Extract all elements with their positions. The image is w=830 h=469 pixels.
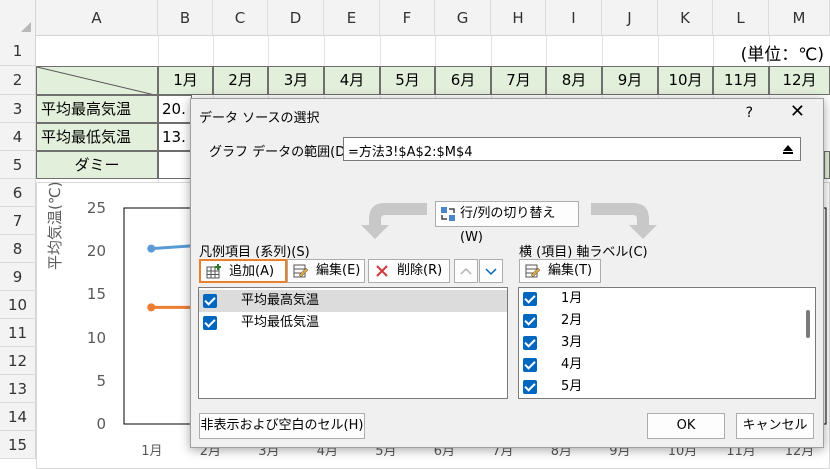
- chevron-down-icon: [485, 268, 497, 276]
- edit-series-label: 編集(E): [316, 263, 361, 278]
- cancel-button[interactable]: キャンセル: [736, 413, 814, 439]
- help-icon[interactable]: ?: [746, 105, 753, 121]
- edit-table-icon: [525, 263, 541, 279]
- axis-label-checkbox[interactable]: [523, 314, 537, 328]
- series-listbox[interactable]: 平均最高気温 平均最低気温: [198, 287, 508, 399]
- move-down-button[interactable]: [479, 259, 503, 283]
- axis-label-checkbox[interactable]: [523, 336, 537, 350]
- axis-label-item[interactable]: 1月: [519, 288, 815, 310]
- series-point-1: [147, 244, 156, 253]
- axis-label-item[interactable]: 2月: [519, 310, 815, 332]
- curved-arrow-left-icon: [361, 203, 427, 239]
- axis-label-item[interactable]: 3月: [519, 332, 815, 354]
- series-item[interactable]: 平均最低気温: [199, 312, 507, 334]
- edit-series-button[interactable]: 編集(E): [287, 259, 365, 283]
- axis-label-text: 4月: [561, 357, 583, 372]
- axis-label-text: 2月: [561, 313, 583, 328]
- axis-label-checkbox[interactable]: [523, 292, 537, 306]
- chart-range-input[interactable]: =方法3!$A$2:$M$4: [343, 137, 801, 161]
- axis-labels-label: 横 (項目) 軸ラベル(C): [519, 245, 648, 260]
- chart-range-value: =方法3!$A$2:$M$4: [348, 145, 473, 160]
- edit-table-icon: [293, 263, 309, 279]
- dialog-title: データ ソースの選択: [199, 111, 320, 126]
- edit-axis-labels-label: 編集(T): [548, 263, 593, 278]
- legend-entries-label: 凡例項目 (系列)(S): [199, 245, 310, 260]
- collapse-dialog-icon[interactable]: [780, 141, 796, 157]
- axis-label-text: 3月: [561, 335, 583, 350]
- delete-series-button[interactable]: 削除(R): [368, 259, 450, 283]
- add-series-label: 追加(A): [229, 264, 275, 279]
- ok-button[interactable]: OK: [647, 413, 725, 439]
- scroll-thumb[interactable]: [806, 310, 810, 338]
- series-item[interactable]: 平均最高気温: [199, 290, 507, 312]
- add-series-button[interactable]: 追加(A): [199, 259, 287, 283]
- series-point-2: [147, 303, 156, 312]
- delete-series-label: 削除(R): [397, 263, 443, 278]
- axis-labels-listbox[interactable]: 1月 2月 3月 4月 5月: [518, 287, 816, 399]
- axis-label-item[interactable]: 5月: [519, 376, 815, 398]
- switch-row-column-icon: [440, 206, 456, 222]
- axis-label-text: 1月: [561, 291, 583, 306]
- edit-axis-labels-button[interactable]: 編集(T): [519, 259, 601, 283]
- hidden-empty-cells-button[interactable]: 非表示および空白のセル(H): [199, 413, 365, 439]
- switch-row-column-button[interactable]: 行/列の切り替え(W): [435, 201, 579, 245]
- switch-row-column-label: 行/列の切り替え(W): [460, 206, 556, 245]
- add-table-icon: [206, 264, 222, 280]
- select-data-source-dialog: データ ソースの選択 ? ✕ グラフ データの範囲(D): =方法3!$A$2:…: [190, 98, 824, 448]
- axis-labels-scrollbar[interactable]: [803, 292, 813, 392]
- chevron-up-icon: [460, 267, 472, 275]
- delete-x-icon: [374, 263, 390, 279]
- axis-label-checkbox[interactable]: [523, 358, 537, 372]
- series-checkbox[interactable]: [203, 294, 217, 308]
- axis-label-text: 5月: [561, 379, 583, 394]
- series-item-label: 平均最高気温: [241, 293, 320, 308]
- series-line-1: [151, 244, 196, 251]
- series-checkbox[interactable]: [203, 316, 217, 330]
- move-up-button[interactable]: [454, 259, 478, 283]
- curved-arrow-right-icon: [591, 203, 657, 239]
- close-icon[interactable]: ✕: [790, 101, 805, 122]
- chart-range-label: グラフ データの範囲(D):: [209, 145, 355, 160]
- series-item-label: 平均最低気温: [241, 315, 320, 330]
- axis-label-item[interactable]: 4月: [519, 354, 815, 376]
- axis-label-checkbox[interactable]: [523, 380, 537, 394]
